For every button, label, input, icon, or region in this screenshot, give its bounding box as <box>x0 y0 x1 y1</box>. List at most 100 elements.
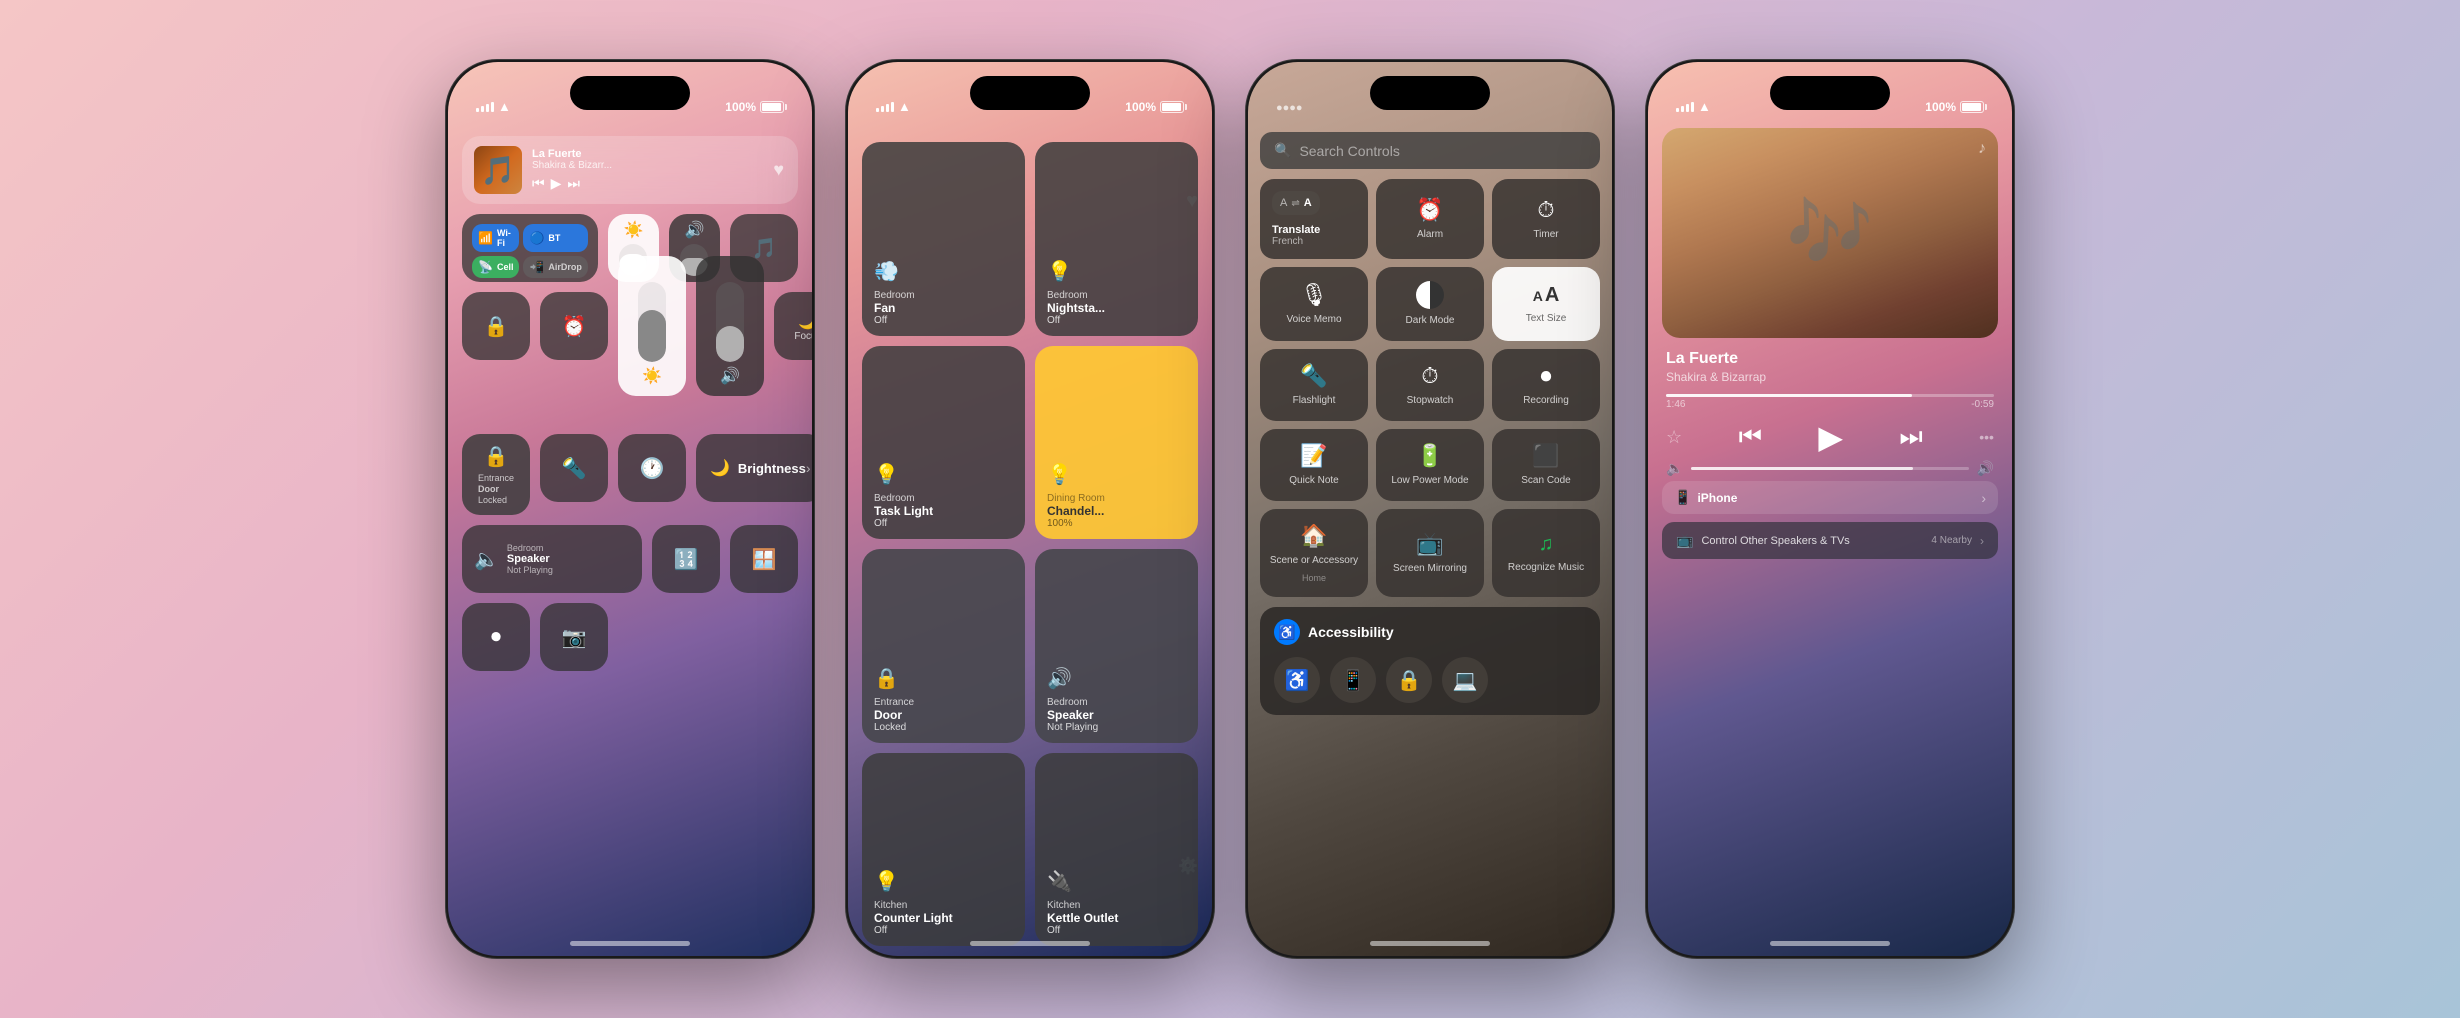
volume-track[interactable] <box>1691 467 1968 470</box>
speakers-row[interactable]: 📺 Control Other Speakers & TVs 4 Nearby … <box>1662 522 1998 559</box>
song-artist: Shakira & Bizarrap <box>1666 370 1994 384</box>
timer-ctrl-tile[interactable]: ⏱ Timer <box>1492 179 1600 259</box>
speakers-label: Control Other Speakers & TVs <box>1701 535 1849 547</box>
output-device-label: iPhone <box>1697 491 1737 505</box>
text-size-tile[interactable]: AA Text Size <box>1492 267 1600 341</box>
now-playing-tile[interactable]: 🎵 La Fuerte Shakira & Bizarr... ⏮ ▶ ⏭ ♥ <box>462 136 798 204</box>
timer-label: Timer <box>1533 229 1558 241</box>
bedroom-nightstand-status: Off <box>1047 315 1060 326</box>
translate-french-tile[interactable]: A ⇌ A Translate French <box>1260 179 1368 259</box>
entrance-door-tile[interactable]: 🔒 EntranceDoorLocked <box>462 434 530 515</box>
scene-icon: 🏠 <box>1300 523 1327 549</box>
np-info: La Fuerte Shakira & Bizarr... ⏮ ▶ ⏭ <box>532 148 786 192</box>
scan-code-tile[interactable]: ⬛ Scan Code <box>1492 429 1600 501</box>
lock-tile-btn[interactable]: 🔒 <box>462 292 530 360</box>
airdrop-button[interactable]: 📲 AirDrop <box>523 256 587 278</box>
favorite-icon[interactable]: ♥ <box>773 160 784 181</box>
recognize-music-tile[interactable]: ♫ Recognize Music <box>1492 509 1600 597</box>
next-button[interactable]: ⏭ <box>567 175 580 192</box>
progress-fill <box>1666 394 1912 397</box>
bluetooth-button[interactable]: 🔵 BT <box>523 224 587 252</box>
acc-btn-2[interactable]: 📱 <box>1330 657 1376 703</box>
phone2-content: ♥ ⚙️ 💨 Bedroom Fan Off 💡 Bedroom <box>848 120 1212 956</box>
alarm-ctrl-tile[interactable]: ⏰ Alarm <box>1376 179 1484 259</box>
star-button[interactable]: ☆ <box>1666 427 1682 448</box>
flashlight-ctrl-tile[interactable]: 🔦 Flashlight <box>1260 349 1368 421</box>
voice-memo-icon: 🎙 <box>1300 282 1328 308</box>
quick-note-label: Quick Note <box>1289 475 1338 487</box>
phone1-content: 🎵 La Fuerte Shakira & Bizarr... ⏮ ▶ ⏭ ♥ <box>448 120 812 956</box>
record-tile[interactable]: ⏺ <box>462 603 530 671</box>
kitchen-counterlight-tile[interactable]: 💡 Kitchen Counter Light Off <box>862 753 1025 947</box>
fast-forward-button[interactable]: ⏭ <box>1899 421 1922 453</box>
music-tile[interactable]: 🎵 <box>730 214 798 282</box>
speakers-icon: 📺 <box>1676 532 1693 549</box>
voice-memo-tile[interactable]: 🎙 Voice Memo <box>1260 267 1368 341</box>
np-artist: Shakira & Bizarr... <box>532 160 786 171</box>
play-button[interactable]: ▶ <box>1818 418 1843 456</box>
recording-tile[interactable]: ⏺ Recording <box>1492 349 1600 421</box>
wifi-icon-4: ▲ <box>1698 99 1711 114</box>
alarm-icon: ⏰ <box>1416 197 1443 223</box>
brightness-slider-large[interactable]: ☀️ <box>618 256 686 396</box>
camera-tile[interactable]: 📷 <box>540 603 608 671</box>
acc-btn-3[interactable]: 🔒 <box>1386 657 1432 703</box>
accessibility-icon: ♿ <box>1278 624 1295 641</box>
network-tile[interactable]: 📶 Wi-Fi 🔵 BT 📡 Cell <box>462 214 598 282</box>
entrance-door-tile-p2[interactable]: 🔒 Entrance Door Locked <box>862 549 1025 743</box>
prev-button[interactable]: ⏮ <box>532 175 545 192</box>
flashlight-label: Flashlight <box>1293 395 1336 407</box>
low-power-icon: 🔋 <box>1416 443 1443 469</box>
dark-mode-tile[interactable]: Dark Mode <box>1376 267 1484 341</box>
window-tile[interactable]: 🪟 <box>730 525 798 593</box>
scene-accessory-tile[interactable]: 🏠 Scene or Accessory Home <box>1260 509 1368 597</box>
bedroom-tasklight-status: Off <box>874 518 887 529</box>
music-note-corner: ♪ <box>1978 140 1986 158</box>
recognize-music-icon: ♫ <box>1539 533 1554 556</box>
moon-focus-tile[interactable]: 🌙 Focus <box>774 292 812 360</box>
battery-icon <box>760 101 784 113</box>
alarm-tile[interactable]: ⏰ <box>540 292 608 360</box>
focus-tile[interactable]: 🌙 Brightness › <box>696 434 812 502</box>
battery-icon-2 <box>1160 101 1184 113</box>
search-controls-bar[interactable]: 🔍 Search Controls <box>1260 132 1600 169</box>
bedroom-fan-tile[interactable]: 💨 Bedroom Fan Off <box>862 142 1025 336</box>
clock-tile[interactable]: 🕐 <box>618 434 686 502</box>
dark-mode-icon <box>1416 281 1444 309</box>
low-power-tile[interactable]: 🔋 Low Power Mode <box>1376 429 1484 501</box>
alarm-label: Alarm <box>1417 229 1443 241</box>
signal-icon-4 <box>1676 102 1694 112</box>
bedroom-tasklight-tile[interactable]: 💡 Bedroom Task Light Off <box>862 346 1025 540</box>
battery-percent: 100% <box>725 100 756 114</box>
screen-mirroring-tile[interactable]: 📺 Screen Mirroring <box>1376 509 1484 597</box>
bedroom-speaker-tile-p2[interactable]: 🔊 Bedroom Speaker Not Playing <box>1035 549 1198 743</box>
quick-note-tile[interactable]: 📝 Quick Note <box>1260 429 1368 501</box>
dining-chandelier-tile[interactable]: 💡 Dining Room Chandel... 100% <box>1035 346 1198 540</box>
acc-btn-1[interactable]: ♿ <box>1274 657 1320 703</box>
output-device-row[interactable]: 📱 iPhone › <box>1662 481 1998 514</box>
progress-track[interactable] <box>1666 394 1994 397</box>
bedroom-fan-status: Off <box>874 315 887 326</box>
phone-4: ▲ 100% 🎶 ♪ <box>1645 59 2015 959</box>
scan-code-icon: ⬛ <box>1532 443 1559 469</box>
play-pause-button[interactable]: ▶ <box>551 175 562 192</box>
kitchen-kettle-tile[interactable]: 🔌 Kitchen Kettle Outlet Off <box>1035 753 1198 947</box>
bedroom-speaker-tile[interactable]: 🔈 Bedroom Speaker Not Playing <box>462 525 642 593</box>
bedroom-tasklight-room: Bedroom <box>874 493 915 504</box>
calculator-tile[interactable]: 🔢 <box>652 525 720 593</box>
cellular-button[interactable]: 📡 Cell <box>472 256 519 278</box>
phone-1: ▲ 100% 🎵 La Fuer <box>445 59 815 959</box>
wifi-icon: ▲ <box>498 99 511 114</box>
rewind-button[interactable]: ⏮ <box>1739 421 1762 453</box>
scene-label: Scene or Accessory <box>1270 555 1358 567</box>
playback-controls: ☆ ⏮ ▶ ⏭ ••• <box>1662 418 1998 456</box>
progress-times: 1:46 -0:59 <box>1666 399 1994 410</box>
acc-btn-4[interactable]: 💻 <box>1442 657 1488 703</box>
nearby-count: 4 Nearby <box>1931 535 1972 546</box>
stopwatch-tile[interactable]: ⏱ Stopwatch <box>1376 349 1484 421</box>
bedroom-nightstand-tile[interactable]: 💡 Bedroom Nightsta... Off <box>1035 142 1198 336</box>
flashlight-tile-p1[interactable]: 🔦 <box>540 434 608 502</box>
np-controls[interactable]: ⏮ ▶ ⏭ <box>532 175 786 192</box>
more-options-icon[interactable]: ••• <box>1979 429 1994 445</box>
wifi-button[interactable]: 📶 Wi-Fi <box>472 224 519 252</box>
